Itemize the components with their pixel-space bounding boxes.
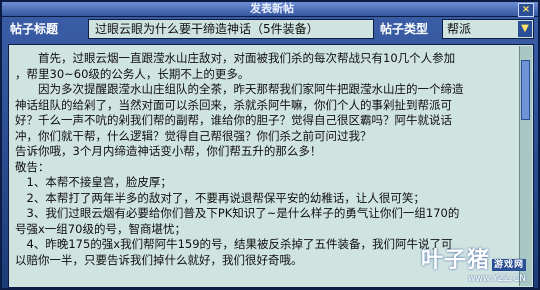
- watermark-name: 叶子猪: [420, 248, 490, 273]
- body-line: 首先，过眼云烟一直跟滢水山庄敌对，对面被我们杀的每次帮战只有10几个人参加: [15, 51, 456, 65]
- post-window: 发表新帖 × 帖子标题 过眼云眼为什么要干缔造神话（5件装备） 帖子类型 帮派 …: [0, 0, 540, 290]
- body-line: 神话组队的给剁了，当然对面可以杀回来，杀就杀阿牛嘛，你们个人的事剁扯到帮派可: [15, 97, 452, 112]
- body-line: 因为多次提醒跟滢水山庄组队的全茶，昨天那帮我们家阿牛把跟滢水山庄的一个缔造: [15, 82, 464, 96]
- body-line: 告诉你哦，3个月内缔造神话变小帮，你们帮五升的那么多！: [15, 144, 322, 158]
- body-line: 1、本帮不接皇宫，脸皮厚；: [15, 175, 172, 189]
- window-title: 发表新帖: [250, 2, 294, 15]
- body-line: 冲，你们就干帮，什么逻辑？觉得自己帮很强？你们杀之前可问过我？: [15, 128, 372, 143]
- chevron-down-icon[interactable]: ▼: [518, 21, 532, 37]
- body-line: 号强x一组70级的号，智商堪忧；: [15, 221, 186, 236]
- watermark-logo: 叶子猪 游戏网: [421, 242, 526, 274]
- watermark-url: www.YZZ.CN: [468, 274, 526, 284]
- post-header: 帖子标题 过眼云眼为什么要干缔造神话（5件装备） 帖子类型 帮派 ▼: [8, 18, 534, 40]
- body-line: 3、我们过眼云烟有必要给你们普及下PK知识了~是什么样子的勇气让你们一组170的: [15, 206, 460, 220]
- scroll-thumb[interactable]: [521, 60, 530, 120]
- post-type-select[interactable]: 帮派 ▼: [442, 19, 534, 39]
- body-line: 敬告：: [15, 159, 50, 174]
- post-type-value: 帮派: [447, 22, 472, 36]
- subject-input[interactable]: 过眼云眼为什么要干缔造神话（5件装备）: [88, 19, 374, 39]
- site-watermark: 叶子猪 游戏网 www.YZZ.CN: [421, 242, 526, 284]
- type-label: 帖子类型: [380, 22, 429, 36]
- subject-label: 帖子标题: [10, 22, 59, 36]
- body-line: ，帮里30~60级的公务人，长期不上的更多。: [15, 66, 250, 81]
- close-icon[interactable]: ×: [518, 3, 534, 17]
- body-line: 2、本帮打了两年半多的敌对了，不要再说退帮保平安的幼稚话，让人很可笑；: [15, 190, 425, 205]
- watermark-tag: 游戏网: [491, 259, 526, 271]
- body-line: 好？千么一声不吭的剁我们帮的副帮，谁给你的胆子？觉得自己很区霸吗？阿牛就说话: [15, 113, 452, 127]
- post-body-text: 首先，过眼云烟一直跟滢水山庄敌对，对面被我们杀的每次帮战只有10几个人参加 ，帮…: [15, 51, 523, 268]
- title-bar[interactable]: 发表新帖 ×: [2, 2, 538, 17]
